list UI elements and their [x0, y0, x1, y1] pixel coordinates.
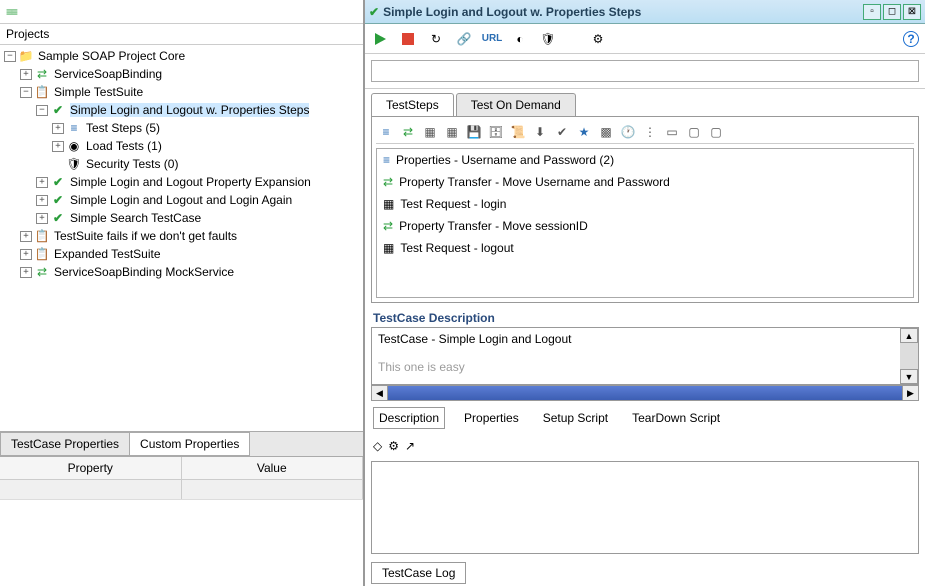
- projects-panel: ≡≡ Projects −📁Sample SOAP Project Core +…: [0, 0, 365, 586]
- more-icon[interactable]: ⋮: [642, 124, 658, 140]
- tree-securitytests[interactable]: 🛡Security Tests (0): [4, 155, 359, 173]
- subtab-description[interactable]: Description: [373, 407, 445, 429]
- export-icon[interactable]: ↗: [405, 439, 415, 453]
- description-text[interactable]: TestCase - Simple Login and Logout This …: [372, 328, 900, 384]
- projects-heading: Projects: [0, 24, 363, 45]
- disk-icon[interactable]: 💾: [466, 124, 482, 140]
- clock-icon[interactable]: 🕐: [620, 124, 636, 140]
- editor-title-bar: ✔ Simple Login and Logout w. Properties …: [365, 0, 925, 24]
- steps-toolbar: ≡ ⇄ ▦ ▦ 💾 🗄 📜 ⬇ ✔ ★ ▩ 🕐 ⋮ ▭ ▢ ▢: [376, 121, 914, 144]
- property-tabs: TestCase Properties Custom Properties: [0, 431, 363, 456]
- run-icon[interactable]: [371, 30, 389, 48]
- grid-icon[interactable]: ▩: [598, 124, 614, 140]
- maximize-button[interactable]: ◻: [883, 4, 901, 20]
- h-scrollbar[interactable]: ◀ ▶: [371, 385, 919, 401]
- teststeps-panel: ≡ ⇄ ▦ ▦ 💾 🗄 📜 ⬇ ✔ ★ ▩ 🕐 ⋮ ▭ ▢ ▢ ≡Propert…: [371, 116, 919, 303]
- subtab-teardown[interactable]: TearDown Script: [627, 408, 725, 428]
- mq1-icon[interactable]: ▢: [686, 124, 702, 140]
- url-icon[interactable]: URL: [483, 30, 501, 48]
- help-icon[interactable]: ?: [903, 31, 919, 47]
- search-bar: [365, 54, 925, 89]
- mq2-icon[interactable]: ▢: [708, 124, 724, 140]
- tab-teststeps[interactable]: TestSteps: [371, 93, 454, 116]
- stop-icon[interactable]: [399, 30, 417, 48]
- rest-icon[interactable]: ▦: [444, 124, 460, 140]
- scroll-left-icon[interactable]: ◀: [372, 386, 388, 400]
- tree-testcase-selected[interactable]: −✔Simple Login and Logout w. Properties …: [4, 101, 359, 119]
- col-value: Value: [182, 457, 364, 479]
- tab-testcase-log[interactable]: TestCase Log: [371, 562, 466, 584]
- scroll-up-icon[interactable]: ▲: [900, 328, 918, 343]
- check-icon: ✔: [369, 5, 379, 19]
- eraser-icon[interactable]: ◇: [373, 439, 382, 453]
- teststep-item[interactable]: ≡Properties - Username and Password (2): [377, 149, 913, 171]
- main-tabs: TestSteps Test On Demand: [365, 89, 925, 116]
- subtab-properties[interactable]: Properties: [459, 408, 524, 428]
- shield-circle-icon[interactable]: ◐: [511, 30, 529, 48]
- tab-test-on-demand[interactable]: Test On Demand: [456, 93, 576, 116]
- project-tree[interactable]: −📁Sample SOAP Project Core +⇄ServiceSoap…: [0, 45, 363, 431]
- link-icon[interactable]: 🔗: [455, 30, 473, 48]
- tree-testsuite[interactable]: +📋TestSuite fails if we don't get faults: [4, 227, 359, 245]
- col-property: Property: [0, 457, 182, 479]
- description-box: TestCase - Simple Login and Logout This …: [371, 327, 919, 385]
- subtab-setup[interactable]: Setup Script: [538, 408, 613, 428]
- loop-icon[interactable]: ↻: [427, 30, 445, 48]
- check2-icon[interactable]: ✔: [554, 124, 570, 140]
- search-input[interactable]: [371, 60, 919, 82]
- tree-project-root[interactable]: −📁Sample SOAP Project Core: [4, 47, 359, 65]
- tab-custom-properties[interactable]: Custom Properties: [129, 432, 250, 456]
- v-scrollbar[interactable]: ▲ ▼: [900, 328, 918, 384]
- log-tools: ◇ ⚙ ↗: [365, 435, 925, 457]
- teststep-item[interactable]: ⇄Property Transfer - Move sessionID: [377, 215, 913, 237]
- tree-loadtests[interactable]: +◉Load Tests (1): [4, 137, 359, 155]
- teststep-item[interactable]: ⇄Property Transfer - Move Username and P…: [377, 171, 913, 193]
- gear-icon[interactable]: ⚙: [589, 30, 607, 48]
- description-subtabs: Description Properties Setup Script Tear…: [365, 401, 925, 435]
- db-icon[interactable]: 🗄: [488, 124, 504, 140]
- tree-testcase[interactable]: +✔Simple Login and Logout and Login Agai…: [4, 191, 359, 209]
- close-button[interactable]: ⊠: [903, 4, 921, 20]
- teststep-item[interactable]: ▦Test Request - logout: [377, 237, 913, 259]
- teststep-list[interactable]: ≡Properties - Username and Password (2) …: [376, 148, 914, 298]
- tree-mockservice[interactable]: +⇄ServiceSoapBinding MockService: [4, 263, 359, 281]
- description-heading: TestCase Description: [365, 303, 925, 327]
- tree-testsuite[interactable]: +📋Expanded TestSuite: [4, 245, 359, 263]
- left-toolbar: ≡≡: [0, 0, 363, 24]
- properties-table: Property Value: [0, 456, 363, 586]
- transfer-step-icon[interactable]: ⇄: [400, 124, 416, 140]
- tree-testcase[interactable]: +✔Simple Login and Logout Property Expan…: [4, 173, 359, 191]
- properties-body[interactable]: [0, 480, 363, 586]
- tab-testcase-properties[interactable]: TestCase Properties: [0, 432, 130, 456]
- hamburger-icon[interactable]: ≡≡: [6, 5, 16, 19]
- teststep-item[interactable]: ▦Test Request - login: [377, 193, 913, 215]
- gear-icon[interactable]: ⚙: [388, 439, 399, 453]
- editor-title: Simple Login and Logout w. Properties St…: [383, 5, 861, 19]
- tree-binding[interactable]: +⇄ServiceSoapBinding: [4, 65, 359, 83]
- shield-icon[interactable]: 🛡: [539, 30, 557, 48]
- tree-teststeps[interactable]: +≡Test Steps (5): [4, 119, 359, 137]
- star-icon[interactable]: ★: [576, 124, 592, 140]
- tree-testsuite[interactable]: −📋Simple TestSuite: [4, 83, 359, 101]
- run-toolbar: ↻ 🔗 URL ◐ 🛡 ⚙ ?: [365, 24, 925, 54]
- down-icon[interactable]: ⬇: [532, 124, 548, 140]
- script-icon[interactable]: 📜: [510, 124, 526, 140]
- soap-icon[interactable]: ▦: [422, 124, 438, 140]
- editor-panel: ✔ Simple Login and Logout w. Properties …: [365, 0, 925, 586]
- tree-testcase[interactable]: +✔Simple Search TestCase: [4, 209, 359, 227]
- log-output[interactable]: [371, 461, 919, 554]
- panel-icon[interactable]: ▭: [664, 124, 680, 140]
- scroll-down-icon[interactable]: ▼: [900, 369, 918, 384]
- minimize-button[interactable]: ▫: [863, 4, 881, 20]
- scroll-right-icon[interactable]: ▶: [902, 386, 918, 400]
- props-step-icon[interactable]: ≡: [378, 124, 394, 140]
